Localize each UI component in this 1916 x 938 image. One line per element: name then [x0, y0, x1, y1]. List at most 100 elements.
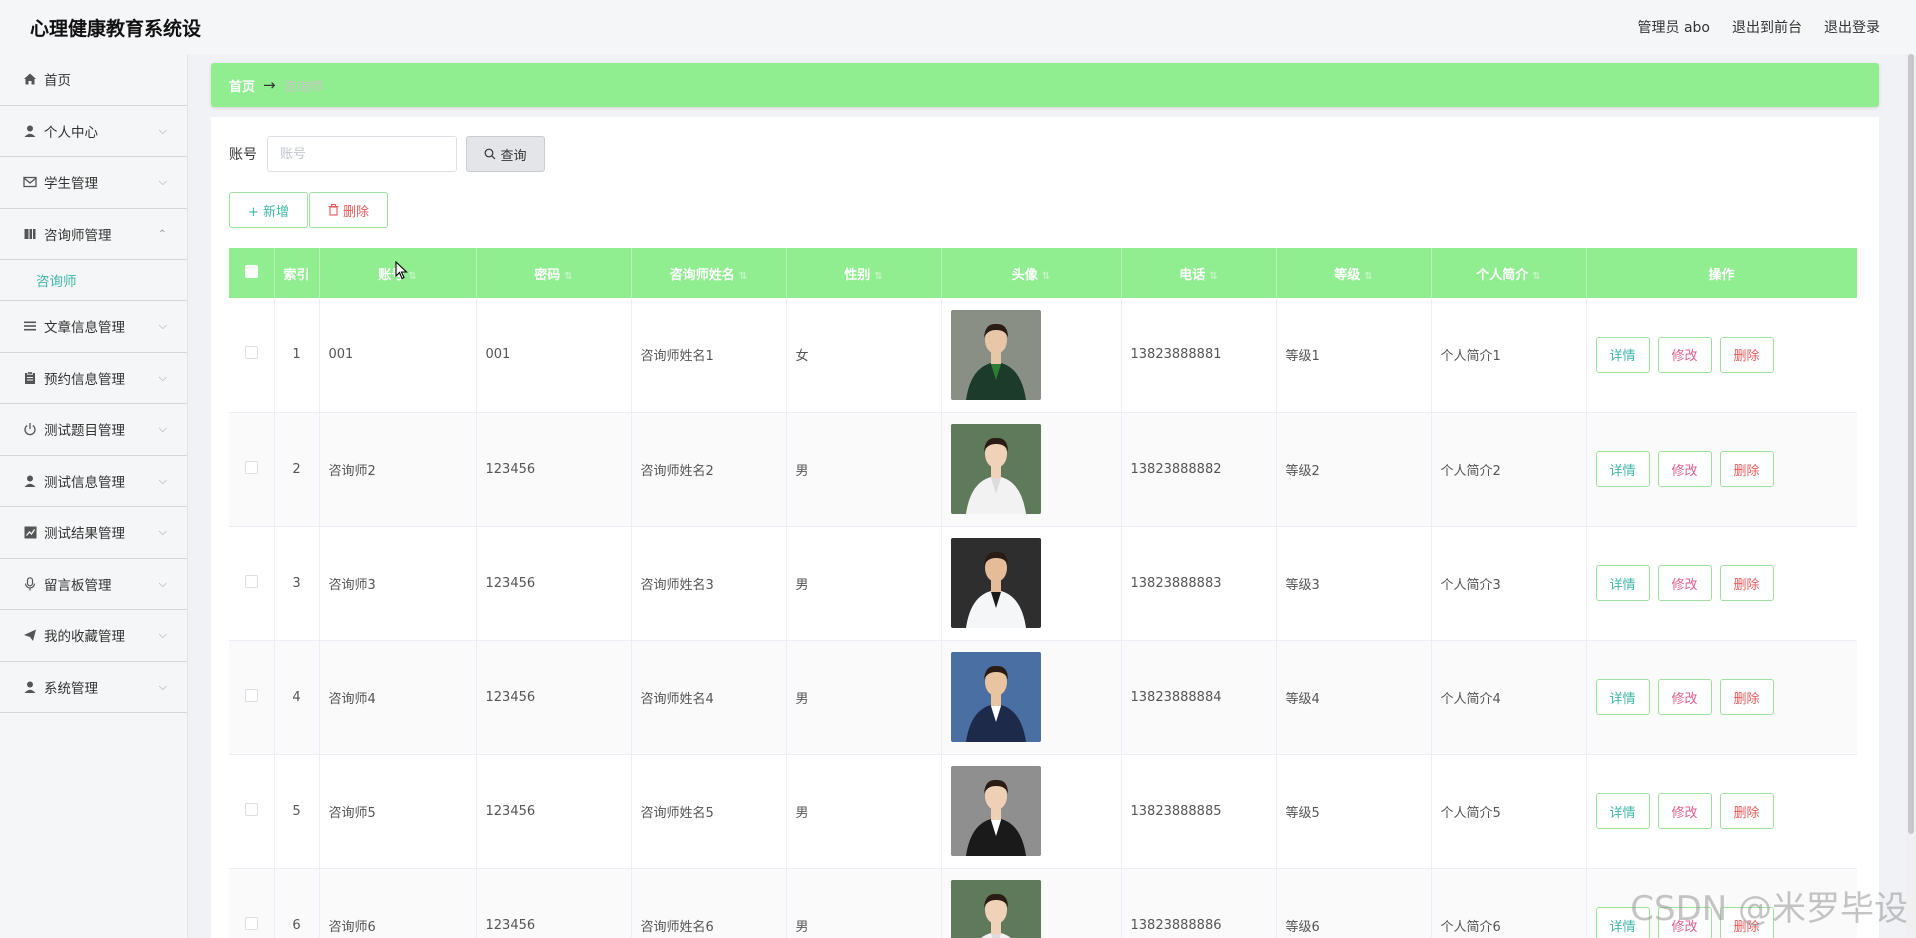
- sidebar-item-favorites[interactable]: 我的收藏管理 ⌵: [0, 610, 187, 662]
- sidebar-item-test-info[interactable]: 测试信息管理 ⌵: [0, 456, 187, 507]
- row-checkbox[interactable]: [244, 802, 258, 816]
- edit-button[interactable]: 修改: [1657, 679, 1712, 715]
- column-header[interactable]: 个人简介 ⇅: [1431, 248, 1587, 298]
- sidebar-item-students[interactable]: 学生管理 ⌵: [0, 157, 187, 209]
- delete-button[interactable]: 删除: [1719, 679, 1774, 715]
- sidebar-item-test-questions[interactable]: 测试题目管理 ⌵: [0, 404, 187, 456]
- avatar[interactable]: [950, 309, 1041, 400]
- chevron-down-icon: ⌵: [158, 576, 167, 590]
- row-actions: 详情 修改 删除: [1595, 451, 1857, 487]
- detail-button[interactable]: 详情: [1595, 336, 1650, 373]
- search-input[interactable]: [267, 136, 457, 172]
- detail-button[interactable]: 详情: [1595, 679, 1650, 715]
- cell-phone: 13823888881: [1121, 298, 1277, 413]
- row-checkbox[interactable]: [244, 916, 258, 930]
- sort-icon[interactable]: ⇅: [1532, 271, 1540, 282]
- avatar[interactable]: [950, 424, 1041, 514]
- delete-button[interactable]: 删除: [1719, 565, 1774, 601]
- select-all-header: [229, 248, 275, 298]
- delete-button[interactable]: 删除: [1719, 451, 1774, 487]
- delete-button[interactable]: 删除: [1719, 793, 1774, 829]
- sort-icon[interactable]: ⇅: [408, 271, 416, 282]
- avatar[interactable]: [950, 766, 1041, 856]
- chevron-down-icon: ⌵: [158, 525, 167, 539]
- search-bar: 账号 查询: [229, 136, 545, 172]
- cell-name: 咨询师姓名5: [631, 754, 787, 869]
- sidebar-item-system[interactable]: 系统管理 ⌵: [0, 662, 187, 713]
- cell-level: 等级4: [1276, 640, 1432, 755]
- column-header[interactable]: 等级 ⇅: [1276, 248, 1432, 298]
- sidebar-item-message-board[interactable]: 留言板管理 ⌵: [0, 559, 187, 610]
- detail-button[interactable]: 详情: [1595, 565, 1650, 601]
- avatar[interactable]: [950, 538, 1041, 628]
- sort-icon[interactable]: ⇅: [1042, 271, 1050, 282]
- row-checkbox[interactable]: [244, 346, 258, 360]
- column-header[interactable]: 头像 ⇅: [941, 248, 1122, 298]
- chevron-down-icon: ⌵: [158, 628, 167, 642]
- sidebar-item-home[interactable]: 首页: [0, 54, 187, 106]
- cell-phone: 13823888883: [1121, 526, 1277, 641]
- sidebar-item-personal-center[interactable]: 个人中心 ⌵: [0, 106, 187, 157]
- column-header[interactable]: 电话 ⇅: [1121, 248, 1277, 298]
- cell-index: 4: [274, 640, 320, 755]
- sort-icon[interactable]: ⇅: [739, 271, 747, 282]
- edit-button[interactable]: 修改: [1657, 336, 1712, 373]
- sidebar-item-appointments[interactable]: 预约信息管理 ⌵: [0, 353, 187, 404]
- cell-level: 等级2: [1276, 412, 1432, 527]
- avatar[interactable]: [950, 880, 1041, 938]
- sort-icon[interactable]: ⇅: [874, 271, 882, 282]
- cell-password: 123456: [476, 526, 632, 641]
- admin-label[interactable]: 管理员 abo: [1638, 17, 1710, 37]
- person-icon: [22, 473, 38, 489]
- sort-icon[interactable]: ⇅: [564, 271, 572, 282]
- search-button[interactable]: 查询: [466, 136, 545, 172]
- chevron-down-icon: ⌵: [158, 679, 167, 693]
- detail-button[interactable]: 详情: [1595, 451, 1650, 487]
- sidebar-item-counselors[interactable]: 咨询师管理 ⌃: [0, 209, 187, 260]
- breadcrumb-current: 咨询师: [283, 79, 323, 95]
- avatar[interactable]: [950, 652, 1041, 742]
- page-scrollbar[interactable]: [1906, 54, 1916, 938]
- scrollbar-thumb[interactable]: [1908, 54, 1914, 834]
- row-checkbox[interactable]: [244, 688, 258, 702]
- sidebar-item-label: 首页: [44, 73, 71, 90]
- breadcrumb-home[interactable]: 首页: [229, 76, 255, 95]
- select-all-checkbox[interactable]: [244, 264, 258, 278]
- back-to-front-link[interactable]: 退出到前台: [1732, 17, 1802, 37]
- cell-level: 等级6: [1276, 868, 1432, 938]
- chevron-down-icon: ⌵: [158, 473, 167, 487]
- delete-button[interactable]: 删除: [1719, 336, 1774, 373]
- logout-link[interactable]: 退出登录: [1824, 17, 1880, 37]
- book-icon: [22, 226, 38, 242]
- add-button[interactable]: + 新增: [229, 192, 309, 228]
- cell-intro: 个人简介1: [1431, 298, 1587, 413]
- column-header[interactable]: 密码 ⇅: [476, 248, 632, 298]
- chevron-down-icon: ⌵: [158, 370, 167, 384]
- sort-icon[interactable]: ⇅: [1364, 271, 1372, 282]
- cell-phone: 13823888886: [1121, 868, 1277, 938]
- sort-icon[interactable]: ⇅: [1209, 271, 1217, 282]
- column-header[interactable]: 性别 ⇅: [786, 248, 942, 298]
- row-select-cell: [229, 298, 275, 413]
- sidebar-item-test-results[interactable]: 测试结果管理 ⌵: [0, 507, 187, 559]
- edit-button[interactable]: 修改: [1657, 565, 1712, 601]
- row-checkbox[interactable]: [244, 460, 258, 474]
- column-header[interactable]: 咨询师姓名 ⇅: [631, 248, 787, 298]
- table-row: 2 咨询师2 123456 咨询师姓名2 男 13823888882 等级2 个…: [229, 412, 1857, 527]
- cell-avatar: [941, 298, 1122, 413]
- sidebar-subitem-counselor[interactable]: 咨询师: [0, 260, 187, 301]
- cell-name: 咨询师姓名2: [631, 412, 787, 527]
- batch-delete-button[interactable]: 删除: [309, 192, 389, 228]
- row-checkbox[interactable]: [244, 574, 258, 588]
- edit-button[interactable]: 修改: [1657, 451, 1712, 487]
- chart-icon: [22, 524, 38, 540]
- row-select-cell: [229, 868, 275, 938]
- detail-button[interactable]: 详情: [1595, 793, 1650, 829]
- table-header-row: 索引 账号 ⇅ 密码 ⇅ 咨询师姓名 ⇅ 性别 ⇅ 头像 ⇅ 电话 ⇅ 等级 ⇅ 个人简介 ⇅ …: [229, 248, 1857, 298]
- cell-gender: 女: [786, 298, 942, 413]
- cell-avatar: [941, 754, 1122, 869]
- cell-name: 咨询师姓名3: [631, 526, 787, 641]
- chevron-down-icon: ⌵: [158, 123, 167, 137]
- sidebar-item-articles[interactable]: 文章信息管理 ⌵: [0, 301, 187, 353]
- edit-button[interactable]: 修改: [1657, 793, 1712, 829]
